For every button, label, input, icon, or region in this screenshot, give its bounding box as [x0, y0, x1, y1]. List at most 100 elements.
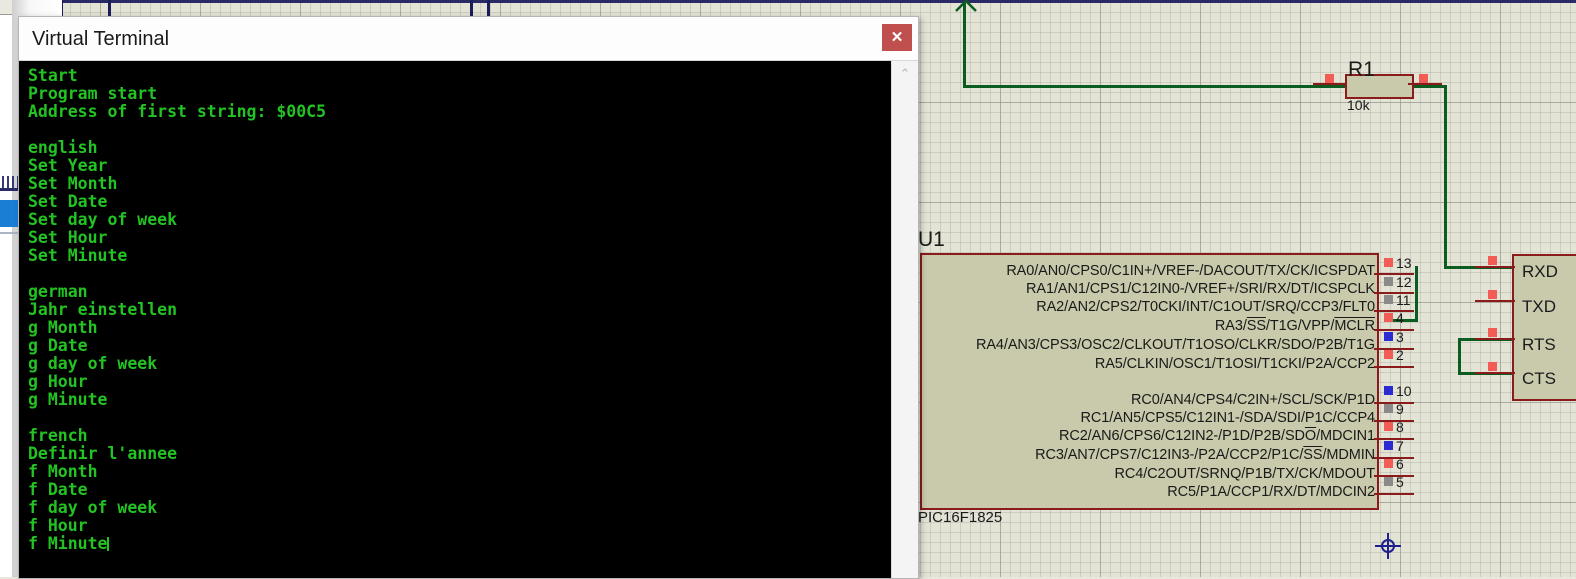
wire-vcc-vertical[interactable]: [963, 2, 966, 88]
ic-pin-lead: [1374, 329, 1414, 331]
ic-pin-lead: [1374, 438, 1414, 440]
resistor-r1-reference: R1: [1348, 58, 1375, 81]
terminal-line: g Hour: [28, 372, 88, 391]
wire-r1-down[interactable]: [1444, 85, 1447, 268]
terminal-line: Set Date: [28, 192, 108, 211]
ic-u1-part-number: PIC16F1825: [918, 509, 1003, 526]
virtual-terminal-window[interactable]: Virtual Terminal ✕ Start Program start Add…: [18, 16, 919, 579]
ic-pin-number: 7: [1396, 438, 1404, 454]
terminal-line: f Month: [28, 462, 98, 481]
ic-pin-square[interactable]: [1384, 477, 1393, 486]
ic-pin-lead: [1374, 310, 1414, 312]
ic-pin-lead: [1374, 366, 1414, 368]
ic-pin-lead: [1374, 420, 1414, 422]
ic-pin-square[interactable]: [1384, 332, 1393, 341]
terminal-line: f Hour: [28, 516, 88, 535]
ic-pin-label: RC3/AN7/CPS7/C12IN3-/P2A/CCP2/P1C/SS/MDM…: [1035, 447, 1375, 463]
ic-pin-square[interactable]: [1384, 386, 1393, 395]
ic-pin-square[interactable]: [1384, 295, 1393, 304]
terminal-line: Set Month: [28, 174, 118, 193]
terminal-label-cts: CTS: [1522, 369, 1556, 388]
wire-r1-right[interactable]: [1409, 85, 1447, 88]
terminal-label-txd: TXD: [1522, 297, 1556, 316]
terminal-line: Set day of week: [28, 210, 178, 229]
ic-pin-lead: [1374, 475, 1414, 477]
terminal-line: english: [28, 138, 98, 157]
terminal-line: Set Hour: [28, 228, 108, 247]
terminal-line: f Date: [28, 480, 88, 499]
ic-pin-number: 10: [1396, 383, 1412, 399]
terminal-body: Start Program start Address of first strin…: [19, 61, 918, 578]
terminal-pin-square[interactable]: [1488, 362, 1497, 371]
ic-pin-square[interactable]: [1384, 258, 1393, 267]
vcc-power-symbol[interactable]: [955, 0, 977, 12]
terminal-lead: [1475, 372, 1515, 374]
terminal-line: german: [28, 282, 88, 301]
ic-pin-number: 6: [1396, 456, 1404, 472]
terminal-line: Set Minute: [28, 246, 128, 265]
terminal-label-rxd: RXD: [1522, 262, 1558, 281]
ic-pin-square[interactable]: [1384, 422, 1393, 431]
terminal-label-rts: RTS: [1522, 335, 1556, 354]
ic-pin-label: RC2/AN6/CPS6/C12IN2-/P1D/P2B/SDO/MDCIN1: [1058, 428, 1375, 444]
ic-pin-label: RC5/P1A/CCP1/RX/DT/MDCIN2: [1167, 484, 1375, 500]
ic-pin-number: 8: [1396, 419, 1404, 435]
ic-pin-label: RA4/AN3/CPS3/OSC2/CLKOUT/T1OSO/CLKR/SDO/…: [975, 337, 1375, 353]
terminal-pin-square[interactable]: [1488, 290, 1497, 299]
ic-pin-square[interactable]: [1384, 277, 1393, 286]
terminal-scrollbar[interactable]: ⌃: [891, 61, 918, 578]
terminal-line: Address of first string: $00C5: [28, 102, 327, 121]
ic-pin-number: 13: [1396, 255, 1412, 271]
terminal-line: Start: [28, 66, 78, 85]
ic-pin-lead: [1374, 402, 1414, 404]
ic-pin-square[interactable]: [1384, 459, 1393, 468]
terminal-line: Definir l'annee: [28, 444, 178, 463]
ic-pin-number: 5: [1396, 474, 1404, 490]
wire-rts-cts-v[interactable]: [1458, 338, 1461, 375]
crosshair-cursor-icon: [1375, 533, 1401, 559]
wire-vcc-to-r1[interactable]: [963, 85, 1361, 88]
resistor-r1-value: 10k: [1347, 97, 1370, 113]
terminal-lead: [1475, 300, 1515, 302]
terminal-line: g Month: [28, 318, 98, 337]
terminal-pin-square[interactable]: [1488, 328, 1497, 337]
ic-pin-label: RA3/SS/T1G/VPP/MCLR: [1214, 318, 1375, 334]
ic-pin-square[interactable]: [1384, 404, 1393, 413]
terminal-line: f day of week: [28, 498, 158, 517]
wire-pin4-branch[interactable]: [1390, 319, 1418, 322]
ic-pin-number: 12: [1396, 274, 1412, 290]
ruler-bar: [0, 0, 1576, 3]
scroll-up-icon[interactable]: ⌃: [892, 61, 918, 87]
ic-pin-number: 11: [1396, 292, 1411, 308]
ic-pin-label: RC0/AN4/CPS4/C2IN+/SCL/SCK/P1D: [1131, 392, 1375, 408]
terminal-line: french: [28, 426, 88, 445]
ic-pin-number: 3: [1396, 329, 1404, 345]
window-title: Virtual Terminal: [32, 28, 170, 50]
wire-pin-branch-v[interactable]: [1415, 266, 1418, 322]
r1-pin-square-left[interactable]: [1325, 74, 1334, 83]
ic-pin-square[interactable]: [1384, 313, 1393, 322]
terminal-line: g Minute: [28, 390, 108, 409]
close-icon[interactable]: ✕: [882, 24, 912, 51]
window-title-bar[interactable]: Virtual Terminal ✕: [19, 17, 918, 61]
ic-pin-label: RC1/AN5/CPS5/C12IN1-/SDA/SDI/P1C/CCP4: [1080, 410, 1376, 426]
ic-pin-lead: [1374, 348, 1414, 350]
terminal-lead: [1475, 266, 1515, 268]
terminal-output-area[interactable]: Start Program start Address of first strin…: [19, 61, 892, 578]
ic-u1-reference: U1: [918, 228, 945, 251]
r1-pin-left: [1313, 83, 1347, 85]
ic-pin-lead: [1374, 493, 1414, 495]
terminal-line: g Date: [28, 336, 88, 355]
terminal-pin-square[interactable]: [1488, 256, 1497, 265]
r1-pin-square-right[interactable]: [1419, 74, 1428, 83]
ic-pin-label: RA2/AN2/CPS2/T0CKI/INT/C1OUT/SRQ/CCP3/FL…: [1036, 299, 1375, 315]
terminal-line: f Minute: [28, 534, 110, 553]
ic-pin-label: RC4/C2OUT/SRNQ/P1B/TX/CK/MDOUT: [1114, 466, 1376, 482]
ic-pin-label: RA5/CLKIN/OSC1/T1OSI/T1CKI/P2A/CCP2: [1094, 356, 1375, 372]
ic-pin-square[interactable]: [1384, 350, 1393, 359]
terminal-line: g day of week: [28, 354, 158, 373]
ic-pin-square[interactable]: [1384, 441, 1393, 450]
